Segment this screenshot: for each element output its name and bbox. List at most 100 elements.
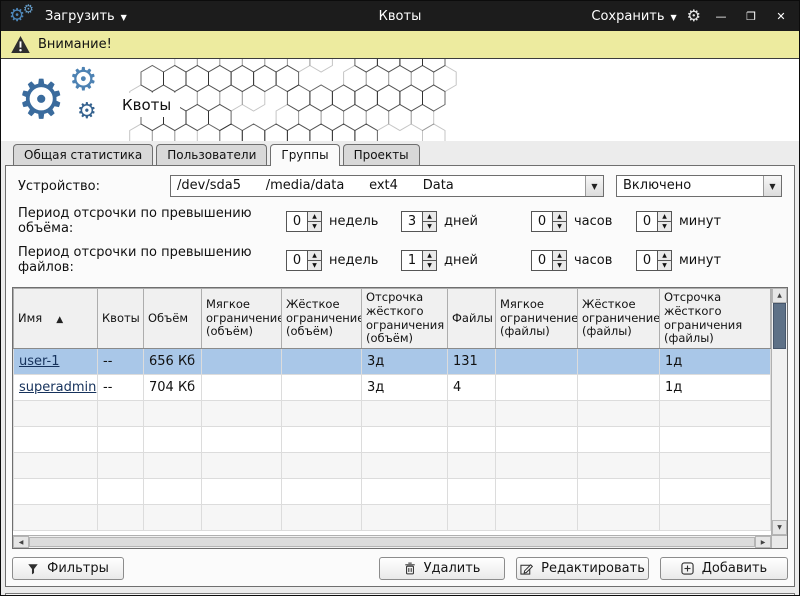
delete-button[interactable]: Удалить (379, 557, 505, 580)
edit-icon (520, 562, 533, 575)
spinner-up-icon[interactable]: ▲ (658, 251, 671, 261)
volume-weeks-spinner[interactable]: 0 ▲▼ (286, 211, 322, 232)
dropdown-arrow-icon[interactable]: ▼ (585, 176, 603, 196)
table-row-empty (14, 453, 771, 479)
row-name-link[interactable]: user-1 (19, 354, 60, 369)
edit-button[interactable]: Редактировать (516, 557, 649, 580)
device-select[interactable]: /dev/sda5 /media/data ext4 Data ▼ (170, 175, 604, 197)
scroll-right-icon[interactable]: ▶ (755, 536, 771, 548)
column-header[interactable]: Квоты (98, 289, 144, 349)
table-cell (14, 427, 98, 453)
spinner-up-icon[interactable]: ▲ (423, 212, 436, 222)
spinner-down-icon[interactable]: ▼ (658, 261, 671, 270)
spinner-value[interactable]: 0 (287, 251, 307, 270)
spinner-up-icon[interactable]: ▲ (553, 251, 566, 261)
column-header[interactable]: Отсрочка жёсткого ограничения (объём) (362, 289, 448, 349)
horizontal-scrollbar-thumb[interactable] (29, 537, 755, 547)
table-cell (578, 401, 660, 427)
save-menu-button[interactable]: Сохранить ▼ (591, 9, 676, 24)
files-hours-spinner[interactable]: 0 ▲▼ (531, 250, 567, 271)
close-button[interactable]: ✕ (771, 11, 791, 22)
tab-4[interactable]: Проекты (343, 144, 420, 165)
spinner-value[interactable]: 0 (532, 212, 552, 231)
maximize-button[interactable]: ❐ (741, 11, 761, 22)
spinner-down-icon[interactable]: ▼ (553, 261, 566, 270)
spinner-up-icon[interactable]: ▲ (308, 212, 321, 222)
table-row-empty (14, 427, 771, 453)
column-header[interactable]: Отсрочка жёсткого ограничения (файлы) (660, 289, 771, 349)
volume-hours-spinner[interactable]: 0 ▲▼ (531, 211, 567, 232)
spinner-up-icon[interactable]: ▲ (308, 251, 321, 261)
spinner-value[interactable]: 0 (637, 251, 657, 270)
column-header[interactable]: Мягкое ограничение (файлы) (496, 289, 578, 349)
scroll-down-icon[interactable]: ▼ (772, 520, 787, 535)
spinner-down-icon[interactable]: ▼ (308, 222, 321, 231)
spinner-value[interactable]: 3 (402, 212, 422, 231)
spinner-up-icon[interactable]: ▲ (658, 212, 671, 222)
spinner-value[interactable]: 1 (402, 251, 422, 270)
table-cell (496, 505, 578, 531)
table-cell (448, 401, 496, 427)
quota-state-select[interactable]: Включено ▼ (616, 175, 782, 197)
horizontal-scrollbar[interactable]: ◀ ▶ (13, 535, 771, 548)
table-cell (202, 375, 282, 401)
filters-button-label: Фильтры (47, 561, 109, 576)
column-header[interactable]: Объём (144, 289, 202, 349)
scroll-up-icon[interactable]: ▲ (772, 288, 787, 303)
table-cell: 4 (448, 375, 496, 401)
spinner-down-icon[interactable]: ▼ (423, 222, 436, 231)
spinner-value[interactable]: 0 (532, 251, 552, 270)
tab-2[interactable]: Пользователи (156, 144, 267, 165)
column-header-label: Жёсткое ограничение (файлы) (582, 297, 660, 339)
spinner-down-icon[interactable]: ▼ (308, 261, 321, 270)
spinner-down-icon[interactable]: ▼ (658, 222, 671, 231)
settings-gear-button[interactable]: ⚙ (687, 8, 701, 24)
vertical-scrollbar-track[interactable] (772, 349, 787, 520)
table-cell (448, 427, 496, 453)
volume-minutes-spinner[interactable]: 0 ▲▼ (636, 211, 672, 232)
row-name-link[interactable]: superadmin (19, 380, 96, 395)
table-row[interactable]: superadmin--704 Кб3д41д (14, 375, 771, 401)
table-row-empty (14, 505, 771, 531)
weeks-unit-label: недель (329, 214, 378, 229)
table-cell (660, 401, 771, 427)
vertical-scrollbar[interactable]: ▲ ▼ (771, 288, 787, 535)
spinner-value[interactable]: 0 (287, 212, 307, 231)
spinner-up-icon[interactable]: ▲ (423, 251, 436, 261)
table-cell: superadmin (14, 375, 98, 401)
files-weeks-spinner[interactable]: 0 ▲▼ (286, 250, 322, 271)
column-header[interactable]: Жёсткое ограничение (объём) (282, 289, 362, 349)
load-menu-button[interactable]: Загрузить ▼ (45, 9, 127, 24)
column-header[interactable]: Имя▲ (14, 289, 98, 349)
dropdown-arrow-icon[interactable]: ▼ (763, 176, 781, 196)
files-days-spinner[interactable]: 1 ▲▼ (401, 250, 437, 271)
scroll-left-icon[interactable]: ◀ (13, 536, 29, 548)
table-cell (448, 505, 496, 531)
table-cell (660, 479, 771, 505)
filters-button[interactable]: Фильтры (12, 557, 124, 580)
table-cell (578, 427, 660, 453)
table-cell (144, 401, 202, 427)
table-cell (202, 349, 282, 375)
column-header[interactable]: Файлы (448, 289, 496, 349)
column-header[interactable]: Жёсткое ограничение (файлы) (578, 289, 660, 349)
minimize-button[interactable]: — (711, 11, 731, 22)
tab-3[interactable]: Группы (270, 144, 339, 166)
tab-1[interactable]: Общая статистика (13, 144, 153, 165)
chevron-down-icon: ▼ (591, 182, 597, 191)
vertical-scrollbar-thumb[interactable] (773, 303, 786, 349)
table-row[interactable]: user-1--656 Кб3д1311д (14, 349, 771, 375)
add-button[interactable]: Добавить (660, 557, 788, 580)
volume-days-spinner[interactable]: 3 ▲▼ (401, 211, 437, 232)
spinner-value[interactable]: 0 (637, 212, 657, 231)
page-title: Квоты (113, 93, 180, 117)
files-minutes-spinner[interactable]: 0 ▲▼ (636, 250, 672, 271)
table-cell (362, 453, 448, 479)
grace-volume-label: Период отсрочки по превышению объёма: (18, 206, 286, 236)
device-label: Устройство: (18, 179, 170, 194)
spinner-down-icon[interactable]: ▼ (553, 222, 566, 231)
table-cell (144, 453, 202, 479)
spinner-up-icon[interactable]: ▲ (553, 212, 566, 222)
spinner-down-icon[interactable]: ▼ (423, 261, 436, 270)
column-header[interactable]: Мягкое ограничение (объём) (202, 289, 282, 349)
